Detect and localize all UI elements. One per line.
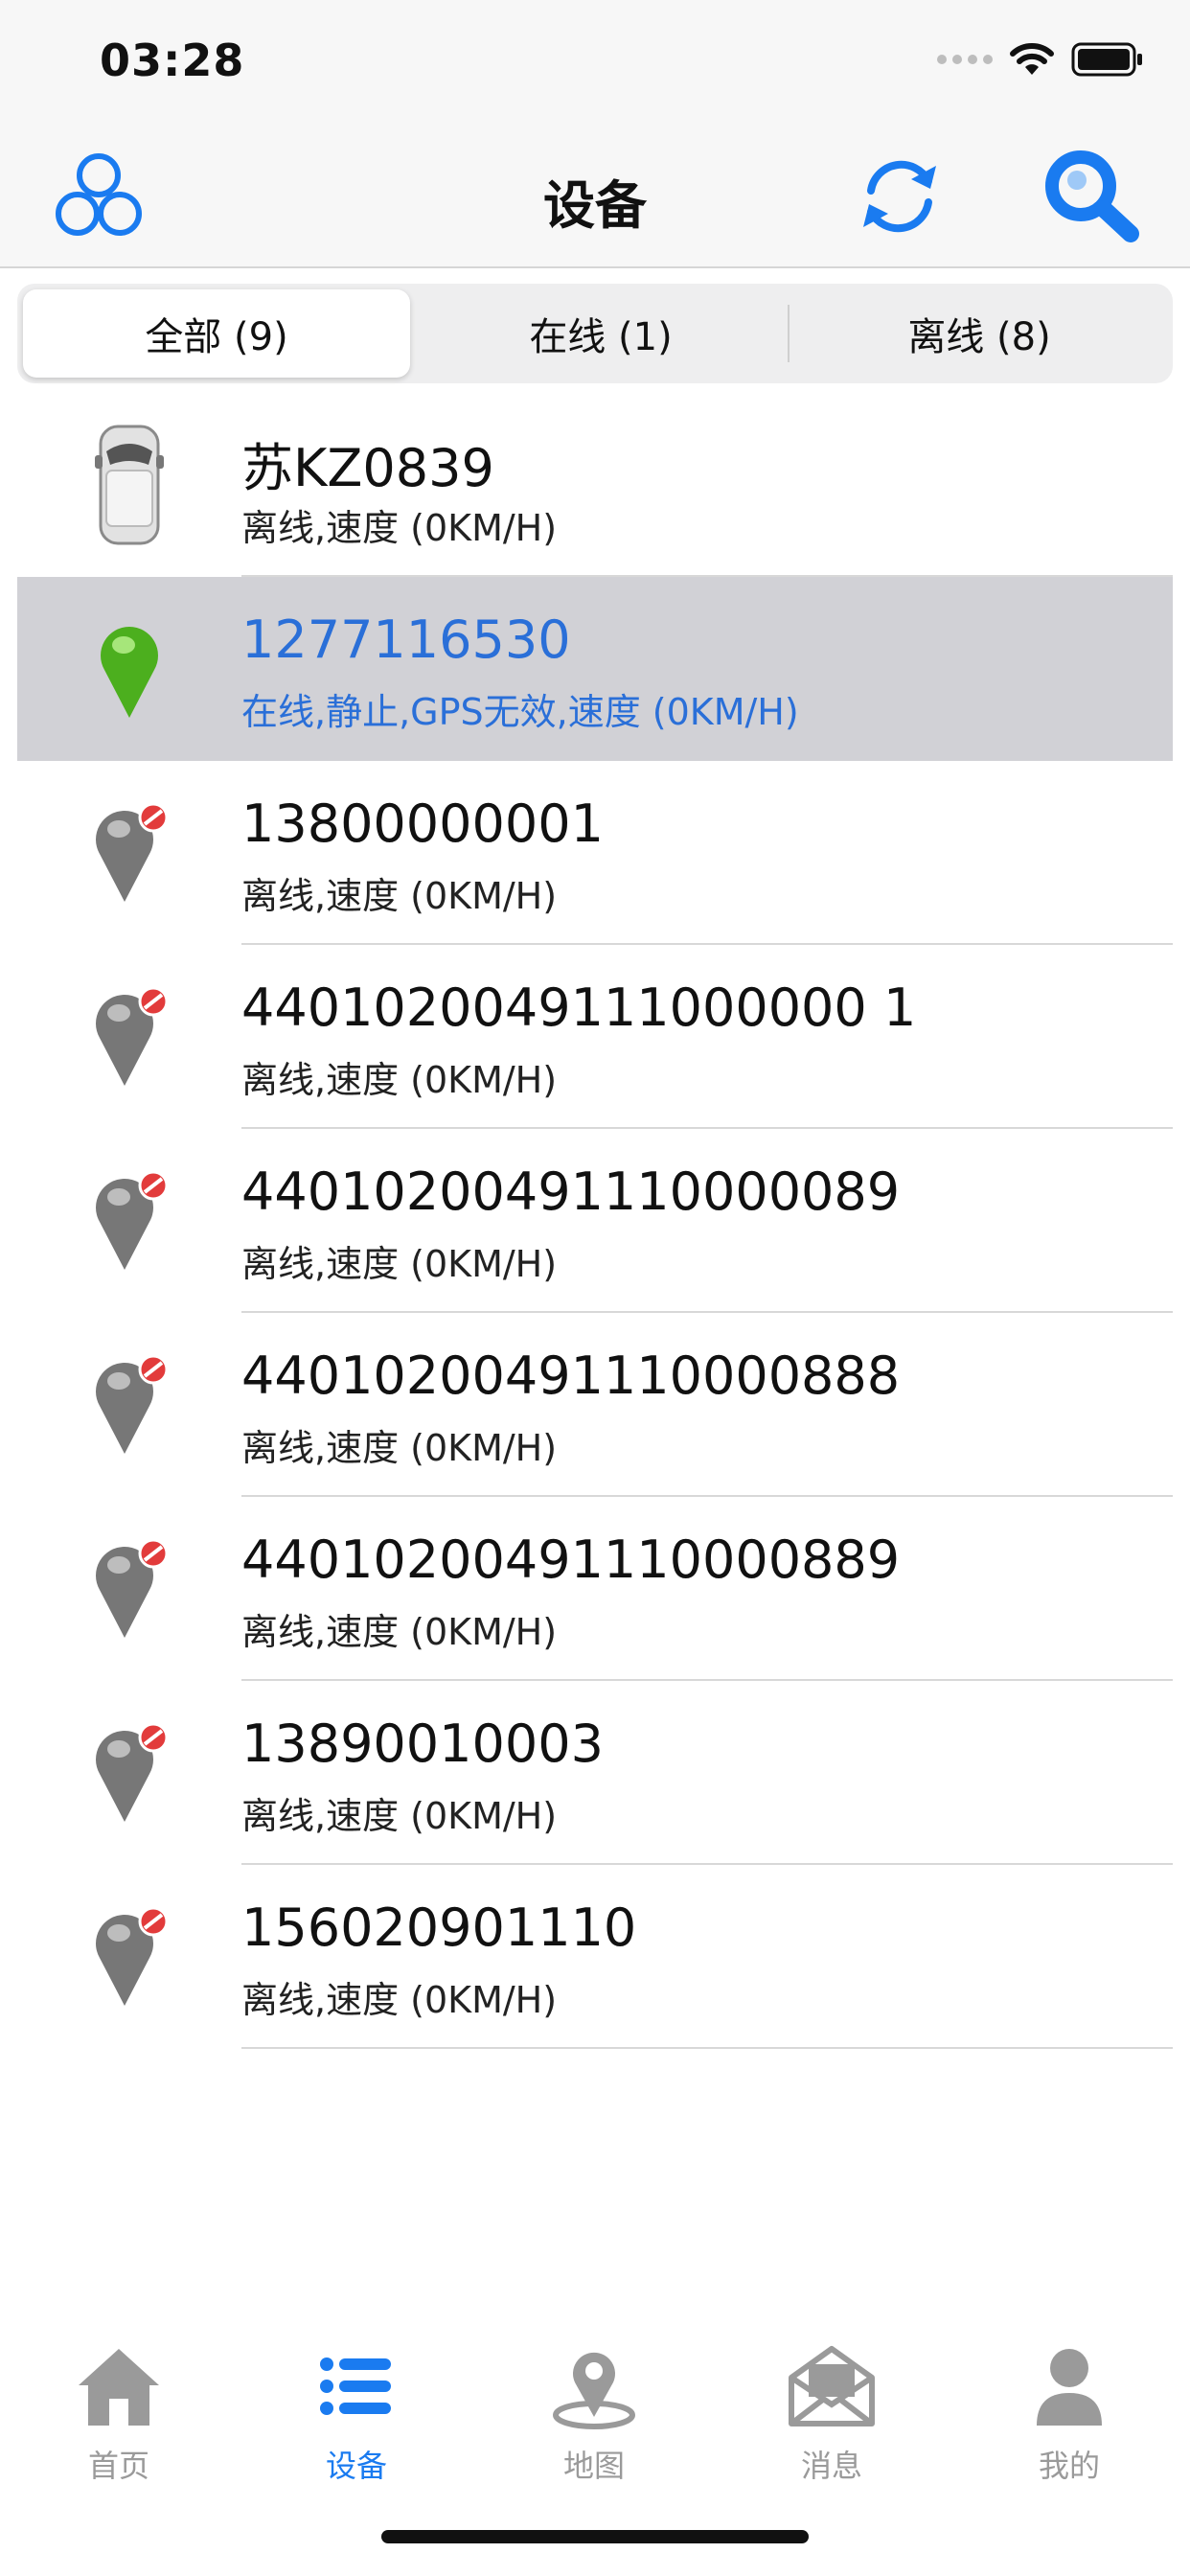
tab-profile[interactable]: 我的 bbox=[950, 2338, 1188, 2501]
status-icons bbox=[937, 42, 1144, 77]
device-name: 13800000001 bbox=[241, 794, 604, 854]
device-status: 离线,速度 (0KM/H) bbox=[241, 1427, 558, 1469]
device-status: 在线,静止,GPS无效,速度 (0KM/H) bbox=[241, 691, 799, 733]
home-indicator bbox=[381, 2530, 809, 2543]
tab-map-label: 地图 bbox=[562, 2448, 625, 2484]
segment-all[interactable]: 全部 (9) bbox=[23, 289, 410, 378]
device-name: 44010200491110000089 bbox=[241, 1162, 901, 1222]
tab-messages[interactable]: 消息 bbox=[713, 2338, 950, 2501]
row-separator bbox=[241, 2047, 1173, 2049]
device-name: 1277116530 bbox=[241, 610, 571, 670]
device-name: 44010200491110000889 bbox=[241, 1530, 901, 1590]
page-title: 设备 bbox=[543, 175, 647, 236]
gray-pin-offline-icon bbox=[77, 1346, 182, 1464]
device-status: 离线,速度 (0KM/H) bbox=[241, 1979, 558, 2021]
search-icon bbox=[1045, 150, 1139, 242]
refresh-button[interactable] bbox=[847, 144, 952, 249]
device-status: 离线,速度 (0KM/H) bbox=[241, 1059, 558, 1101]
device-status: 离线,速度 (0KM/H) bbox=[241, 507, 558, 549]
list-icon bbox=[309, 2338, 404, 2434]
filter-segmented-control: 全部 (9) 在线 (1) 离线 (8) bbox=[17, 284, 1173, 383]
device-status: 离线,速度 (0KM/H) bbox=[241, 875, 558, 917]
device-name: 156020901110 bbox=[241, 1898, 637, 1958]
device-name: 13890010003 bbox=[241, 1714, 604, 1774]
search-button[interactable] bbox=[1039, 144, 1144, 249]
device-status: 离线,速度 (0KM/H) bbox=[241, 1611, 558, 1653]
tab-home[interactable]: 首页 bbox=[0, 2338, 238, 2501]
battery-icon bbox=[1071, 42, 1142, 77]
device-name: 苏KZ0839 bbox=[241, 438, 494, 498]
gray-pin-offline-icon bbox=[77, 794, 182, 912]
device-status: 离线,速度 (0KM/H) bbox=[241, 1795, 558, 1837]
device-status: 离线,速度 (0KM/H) bbox=[241, 1243, 558, 1285]
tab-devices[interactable]: 设备 bbox=[238, 2338, 475, 2501]
refresh-icon bbox=[863, 160, 936, 233]
status-bar: 03:28 bbox=[0, 0, 1190, 125]
device-row[interactable]: 44010200491110000089 离线,速度 (0KM/H) bbox=[0, 1129, 1190, 1313]
tab-profile-label: 我的 bbox=[1038, 2448, 1100, 2484]
map-pin-icon bbox=[546, 2338, 642, 2434]
device-name: 4401020049111000000 1 bbox=[241, 978, 917, 1038]
wifi-icon bbox=[1010, 43, 1054, 75]
gray-pin-offline-icon bbox=[77, 978, 182, 1096]
gray-pin-offline-icon bbox=[77, 1162, 182, 1280]
segment-divider bbox=[788, 305, 790, 362]
device-row[interactable]: 苏KZ0839 离线,速度 (0KM/H) bbox=[0, 393, 1190, 577]
cellular-signal-icon bbox=[937, 55, 993, 64]
van-icon bbox=[77, 425, 182, 545]
segment-offline[interactable]: 离线 (8) bbox=[791, 289, 1167, 378]
home-icon bbox=[71, 2338, 167, 2434]
gray-pin-offline-icon bbox=[77, 1898, 182, 2016]
tab-devices-label: 设备 bbox=[325, 2448, 387, 2484]
nav-bar: 设备 bbox=[0, 125, 1190, 268]
tab-map[interactable]: 地图 bbox=[475, 2338, 713, 2501]
gray-pin-offline-icon bbox=[77, 1714, 182, 1832]
person-icon bbox=[1021, 2338, 1117, 2434]
device-row-selected[interactable]: 1277116530 在线,静止,GPS无效,速度 (0KM/H) bbox=[17, 577, 1173, 761]
gray-pin-offline-icon bbox=[77, 1530, 182, 1648]
tab-messages-label: 消息 bbox=[800, 2448, 862, 2484]
device-name: 44010200491110000888 bbox=[241, 1346, 901, 1406]
status-time: 03:28 bbox=[100, 34, 245, 86]
segment-online[interactable]: 在线 (1) bbox=[412, 289, 790, 378]
green-pin-icon bbox=[77, 610, 182, 728]
device-row[interactable]: 44010200491110000888 离线,速度 (0KM/H) bbox=[0, 1313, 1190, 1497]
device-row[interactable]: 4401020049111000000 1 离线,速度 (0KM/H) bbox=[0, 945, 1190, 1129]
device-row[interactable]: 13800000001 离线,速度 (0KM/H) bbox=[0, 761, 1190, 945]
mail-icon bbox=[784, 2338, 880, 2434]
device-row[interactable]: 13890010003 离线,速度 (0KM/H) bbox=[0, 1681, 1190, 1865]
device-list: 苏KZ0839 离线,速度 (0KM/H) 1277116530 在线,静止,G… bbox=[0, 393, 1190, 2049]
device-row[interactable]: 44010200491110000889 离线,速度 (0KM/H) bbox=[0, 1497, 1190, 1681]
device-row[interactable]: 156020901110 离线,速度 (0KM/H) bbox=[0, 1865, 1190, 2049]
tab-home-label: 首页 bbox=[87, 2448, 149, 2484]
